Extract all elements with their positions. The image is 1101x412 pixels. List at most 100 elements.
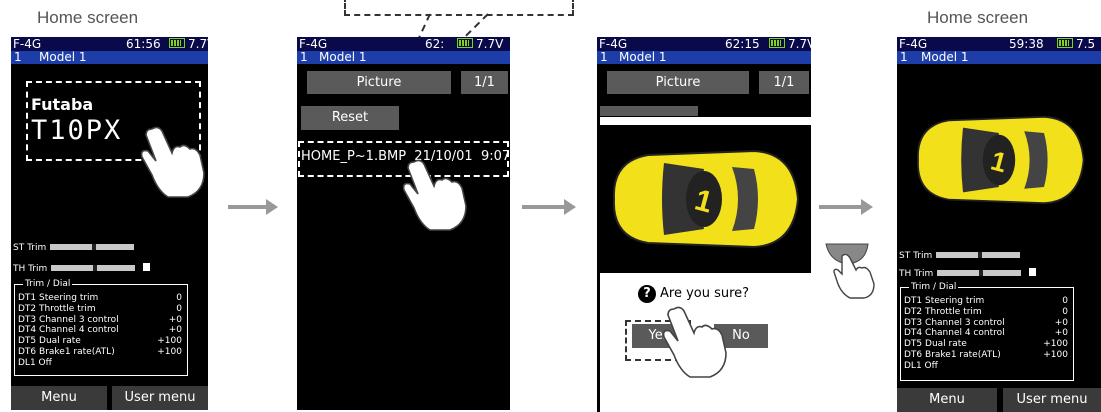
home-screen-2: F-4G 59:38 7.5 1 Model 1 1 ST Trim TH Tr… [897,37,1101,412]
status-bar: F-4G 62: 7.7V [297,37,510,51]
system-title: F-4G [13,37,42,51]
reset-button-hidden [600,106,698,116]
flow-arrow-2 [522,199,576,215]
trim-dial-panel: Trim / Dial DT1 Steering trim 0 DT2 Thrott… [900,282,1074,381]
trim-dial-name: DT3 Channel 3 control [904,318,1005,329]
flow-arrow-1 [228,199,278,215]
trim-dial-label: DT2 [18,303,37,314]
battery-icon [457,38,473,48]
trim-dial-function: Channel 4 control [39,325,119,336]
logo-brand: Futaba [31,95,94,114]
trim-dial-function: Off [924,360,938,371]
trim-dial-value: +100 [1043,349,1068,360]
battery-status: 7.7V [457,37,503,51]
trim-dial-function: Steering trim [39,293,99,303]
trim-dial-panel: Trim / Dial DT1 Steering trim 0 DT2 Thrott… [14,279,188,376]
trim-dial-label: DT6 [18,346,37,357]
timer: 62:15 [725,37,760,51]
trim-dial-label: DL1 [904,360,922,371]
menu-button[interactable]: Menu [897,388,997,412]
trim-dial-name: DT1 Steering trim [904,296,984,307]
trim-dial-name: DT6 Brake1 rate(ATL) [904,350,1001,361]
hand-pointer-icon [140,126,205,198]
system-title: F-4G [599,37,628,51]
trim-dial-name: DT2 Throttle trim [904,307,982,318]
system-title: F-4G [299,37,328,51]
st-trim-bar [936,252,1021,258]
trim-dial-function: Throttle trim [39,303,96,314]
trim-dial-name: DL1 Off [904,361,938,372]
trim-dial-row: DT3 Channel 3 control +0 [18,315,182,326]
trim-dial-row: DT4 Channel 4 control +0 [904,328,1068,339]
trim-dial-function: Channel 3 control [925,317,1005,328]
trim-dial-value: +0 [168,325,182,336]
trim-dial-title: Trim / Dial [23,279,73,289]
hand-pointer-icon [662,306,727,378]
trim-dial-value: 0 [1062,306,1068,317]
trim-dial-label: DT3 [904,317,923,328]
model-name: Model 1 [921,50,969,64]
th-trim-bar [51,265,136,271]
st-trim: ST Trim [13,243,135,253]
sd-card-icon [1029,268,1037,276]
trim-dial-label: DT5 [904,339,923,350]
page-indicator: 1/1 [759,71,809,94]
hand-pointer-icon [402,159,467,231]
reset-button[interactable]: Reset [301,106,399,130]
car-image: 1 [612,149,800,249]
picture-header: Picture [607,71,749,94]
confirm-question: Are you sure? [660,286,750,301]
menu-button[interactable]: Menu [11,386,107,410]
trim-dial-row: DT5 Dual rate +100 [18,336,182,347]
trim-dial-function: Dual rate [39,336,81,347]
trim-dial-name: DL1 Off [18,358,52,369]
th-trim-bar [937,270,1022,276]
user-menu-button[interactable]: User menu [112,386,208,410]
home-key-press-icon [825,243,875,299]
trim-dial-function: Dual rate [925,339,967,350]
trim-dial-row: DL1 Off [18,358,182,369]
trim-dial-label: DT4 [904,328,923,339]
status-bar: F-4G 61:56 7.7V [11,37,208,51]
trim-dial-row: DT2 Throttle trim 0 [904,307,1068,318]
trim-dial-row: DT1 Steering trim 0 [904,296,1068,307]
trim-dial-value: +100 [1043,339,1068,350]
trim-dial-row: DT4 Channel 4 control +0 [18,325,182,336]
trim-dial-row: DT3 Channel 3 control +0 [904,318,1068,329]
page-indicator: 1/1 [461,71,508,94]
flow-arrow-3 [819,199,873,215]
trim-dial-function: Brake1 rate(ATL) [39,346,115,357]
th-trim: TH Trim [13,263,151,274]
trim-dial-row: DT5 Dual rate +100 [904,339,1068,350]
trim-dial-row: DT1 Steering trim 0 [18,293,182,304]
trim-dial-label: DT2 [904,306,923,317]
trim-dial-name: DT4 Channel 4 control [18,325,119,336]
trim-dial-value: +0 [1054,328,1068,339]
trim-dial-value: +0 [168,314,182,325]
trim-dial-label: DT5 [18,336,37,347]
trim-dial-name: DT6 Brake1 rate(ATL) [18,347,115,358]
trim-dial-rows: DT1 Steering trim 0 DT2 Throttle trim 0 DT3 … [18,293,182,369]
user-menu-button[interactable]: User menu [1003,388,1101,412]
model-bar: 1 Model 1 [297,51,510,64]
trim-dial-name: DT5 Dual rate [18,336,81,347]
question-row: ? Are you sure? [638,285,749,303]
trim-dial-row: DL1 Off [904,361,1068,372]
trim-dial-value: 0 [176,303,182,314]
trim-dial-row: DT2 Throttle trim 0 [18,304,182,315]
model-bar: 1 Model 1 [11,51,208,64]
trim-dial-rows: DT1 Steering trim 0 DT2 Throttle trim 0 DT3 … [904,296,1068,372]
trim-dial-name: DT2 Throttle trim [18,304,96,315]
trim-dial-value: +100 [157,346,182,357]
trim-dial-name: DT4 Channel 4 control [904,328,1005,339]
logo-model: T10PX [31,115,123,146]
model-bar: 1 Model 1 [597,51,811,64]
timer: 61:56 [126,37,161,51]
trim-dial-function: Channel 3 control [39,314,119,325]
home-screen-1: F-4G 61:56 7.7V 1 Model 1 Futaba T10PX S… [11,37,208,410]
timer: 59:38 [1009,37,1044,51]
caption-home-screen-right: Home screen [927,8,1029,27]
trim-dial-row: DT6 Brake1 rate(ATL) +100 [18,347,182,358]
trim-dial-function: Off [38,357,52,368]
trim-dial-function: Channel 4 control [925,328,1005,339]
